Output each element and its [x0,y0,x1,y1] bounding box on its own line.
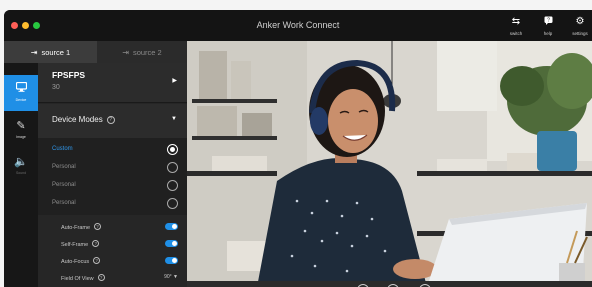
tab-source-2-label: source 2 [132,47,162,57]
fps-value: 30 [52,84,60,91]
mode-option-label: Personal [52,200,76,206]
swap-arrows-icon: ⇆ [511,16,521,27]
help-button[interactable]: ? help [534,16,562,36]
side-nav: Device ✎ Image 🔈 Sound [4,63,38,287]
radio-unselected[interactable] [167,162,178,173]
gear-icon: ⚙ [575,16,585,27]
monitor-icon [4,81,38,95]
mode-option-label: Personal [52,164,76,170]
tab-source-1-label: source 1 [41,47,71,57]
speaker-icon: 🔈 [14,156,28,168]
help-circle-icon[interactable]: ? [106,116,115,124]
mode-option-personal-3[interactable]: Personal [38,195,187,213]
title-bar: Anker Work Connect ⇆ switch ? help ⚙ set… [4,10,592,41]
mode-option-personal-1[interactable]: Personal [38,159,187,177]
nav-image-label: Image [16,135,26,139]
app-window: Anker Work Connect ⇆ switch ? help ⚙ set… [4,10,592,287]
auto-focus-toggle[interactable] [165,257,178,264]
radio-unselected[interactable] [167,180,178,191]
fps-title: FPSFPS [52,70,86,80]
chevron-right-icon: ▶ [172,78,177,84]
field-of-view-dropdown[interactable]: 90° ▼ [164,274,178,280]
nav-item-sound[interactable]: 🔈 Sound [4,149,38,185]
auto-focus-label: Auto-Focus? [61,257,101,265]
auto-frame-label: Auto-Frame? [61,223,102,231]
help-label: help [543,31,553,36]
nav-item-device[interactable]: Device [4,75,38,111]
mode-option-custom[interactable]: Custom [38,141,187,159]
radio-selected[interactable] [167,144,178,155]
field-of-view-row: Field Of View? 90° ▼ [38,269,187,286]
auto-focus-row: Auto-Focus? [38,252,187,269]
preview-control-bar [187,281,592,287]
self-frame-label: Self-Frame? [61,240,100,248]
auto-frame-row: Auto-Frame? [38,218,187,235]
help-circle-icon[interactable]: ? [93,257,101,264]
help-circle-icon[interactable]: ? [94,223,102,230]
magic-wand-icon: ✎ [16,120,26,132]
switch-button[interactable]: ⇆ switch [502,16,530,36]
camera-preview [187,41,592,287]
nav-device-label: Device [15,98,27,102]
settings-label: settings [572,31,588,36]
device-modes-label: Device Modes [52,115,103,124]
field-of-view-label: Field Of View? [61,274,105,282]
source-tabs: ⇥ source 1 ⇥ source 2 [4,41,187,63]
auto-frame-toggle[interactable] [165,223,178,230]
mode-option-label: Personal [52,182,76,188]
help-circle-icon[interactable]: ? [92,240,100,247]
help-circle-icon[interactable]: ? [97,274,105,281]
fps-selector[interactable]: FPSFPS 30 ▶ [38,63,187,103]
feature-toggles: Auto-Frame? Self-Frame? Auto-Focus? Fiel… [38,215,187,287]
switch-label: switch [509,31,523,36]
nav-sound-label: Sound [15,171,27,175]
source-login-icon: ⇥ [122,47,129,57]
tab-source-1[interactable]: ⇥ source 1 [4,41,97,63]
device-modes-header[interactable]: Device Modes? ▼ [38,104,187,138]
chevron-down-icon: ▼ [171,116,177,122]
camera-preview-image [187,41,592,287]
settings-button[interactable]: ⚙ settings [566,16,592,36]
self-frame-toggle[interactable] [165,240,178,247]
mode-option-personal-2[interactable]: Personal [38,177,187,195]
device-modes-list: Custom Personal Personal Personal [38,138,187,215]
nav-item-image[interactable]: ✎ Image [4,113,38,149]
source-login-icon: ⇥ [30,47,38,57]
svg-text:?: ? [547,18,550,24]
radio-unselected[interactable] [167,198,178,209]
settings-panel: FPSFPS 30 ▶ Device Modes? ▼ Custom Perso… [38,63,187,287]
help-chat-icon: ? [534,16,562,28]
self-frame-row: Self-Frame? [38,235,187,252]
mode-option-label: Custom [52,146,73,152]
device-modes-title: Device Modes? [52,115,115,124]
tab-source-2[interactable]: ⇥ source 2 [97,41,187,63]
